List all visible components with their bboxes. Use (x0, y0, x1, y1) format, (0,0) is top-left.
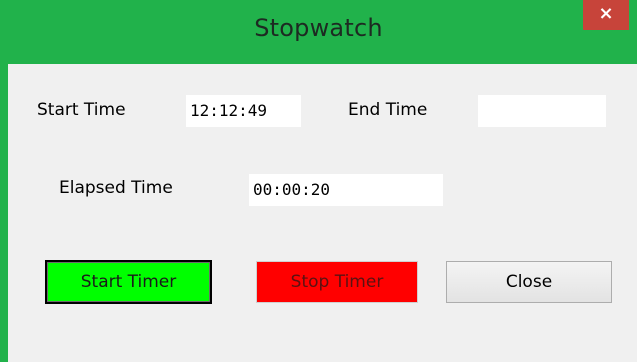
end-time-field[interactable] (478, 95, 606, 127)
title-bar[interactable]: Stopwatch × (0, 0, 637, 64)
window-close-icon[interactable]: × (583, 0, 629, 30)
start-timer-button[interactable]: Start Timer (45, 260, 212, 304)
dialog-client-area: Start Time 12:12:49 End Time Elapsed Tim… (8, 64, 637, 362)
elapsed-time-label: Elapsed Time (59, 178, 173, 198)
elapsed-time-field[interactable]: 00:00:20 (249, 174, 443, 206)
window-title: Stopwatch (254, 14, 383, 42)
stopwatch-window: Stopwatch × Start Time 12:12:49 End Time… (0, 0, 637, 362)
start-time-label: Start Time (37, 100, 126, 120)
start-time-field[interactable]: 12:12:49 (186, 95, 301, 127)
end-time-label: End Time (348, 100, 428, 120)
stop-timer-button[interactable]: Stop Timer (256, 261, 418, 303)
close-button[interactable]: Close (446, 261, 612, 303)
